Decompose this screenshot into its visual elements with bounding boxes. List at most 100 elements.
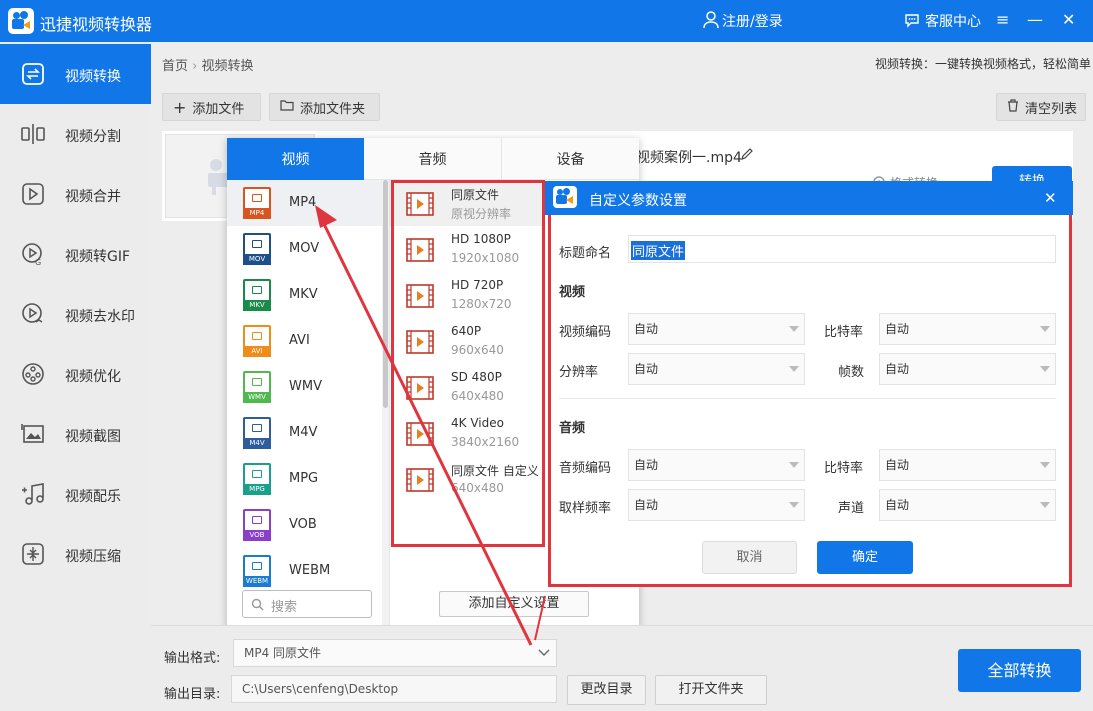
title-bar: 迅捷视频转换器 注册/登录 客服中心 ≡ — ✕ [0,0,1093,42]
list-item[interactable]: MP4 MP4 [227,180,382,226]
sidebar-item-label: 视频分割 [65,129,121,145]
sample-rate-value: 自动 [634,498,659,512]
mkv-icon: MKV [243,279,271,311]
breadcrumb-current: 视频转换 [201,59,254,74]
format-label: WMV [289,379,322,394]
bitrate-label: 比特率 [824,325,864,340]
format-label: MOV [289,241,320,256]
video-section-title: 视频 [559,285,586,300]
convert-all-button[interactable]: 全部转换 [958,649,1081,692]
add-folder-button[interactable]: 添加文件夹 [269,93,380,121]
video-codec-select[interactable]: 自动 [628,313,805,345]
list-item[interactable]: AVI AVI [227,318,382,364]
sidebar-item-label: 视频截图 [65,429,121,445]
close-button[interactable]: ✕ [1062,12,1075,28]
format-label: MPG [289,471,319,486]
search-icon [251,598,264,611]
format-label: M4V [289,425,318,440]
chevron-down-icon [789,502,799,508]
list-item[interactable]: WEBM WEBM [227,548,382,594]
divider [559,398,1056,399]
sidebar-item-label: 视频合并 [65,189,121,205]
minimize-button[interactable]: — [1027,12,1043,28]
ok-button[interactable]: 确定 [817,541,913,574]
login-link[interactable]: 注册/登录 [722,11,783,31]
title-value: 同原文件 [631,241,686,260]
resolution-select[interactable]: 自动 [628,353,805,385]
audio-codec-select[interactable]: 自动 [628,449,805,481]
service-icon[interactable] [904,12,920,28]
change-dir-button[interactable]: 更改目录 [567,675,646,705]
sidebar-item-video-compress[interactable]: 视频压缩 [0,524,151,584]
search-input[interactable]: 搜索 [242,590,372,618]
sidebar-item-video-gif[interactable]: G 视频转GIF [0,224,151,284]
list-item[interactable]: WMV WMV [227,364,382,410]
sample-rate-select[interactable]: 自动 [628,489,805,521]
title-input[interactable]: 同原文件 [628,235,1056,263]
audio-bitrate-select[interactable]: 自动 [879,449,1056,481]
clear-list-button[interactable]: 清空列表 [996,93,1086,121]
screenshot-icon [20,422,46,446]
list-item[interactable]: VOB VOB [227,502,382,548]
svg-text:G: G [35,258,41,266]
format-label: MP4 [289,195,317,210]
sidebar-item-video-optimize[interactable]: 视频优化 [0,344,151,404]
sidebar-item-video-split[interactable]: 视频分割 [0,104,151,164]
audio-codec-label: 音频编码 [559,461,612,476]
sidebar-item-video-merge[interactable]: 视频合并 [0,164,151,224]
service-link[interactable]: 客服中心 [925,11,981,31]
channel-label: 声道 [838,501,865,516]
audio-section-title: 音频 [559,421,586,436]
list-item[interactable]: M4V M4V [227,410,382,456]
chevron-down-icon [1040,326,1050,332]
tab-device[interactable]: 设备 [501,138,639,180]
merge-icon [20,182,46,206]
bitrate-select[interactable]: 自动 [879,313,1056,345]
sidebar-item-label: 视频转GIF [65,249,131,265]
add-folder-label: 添加文件夹 [300,101,366,117]
edit-icon[interactable] [740,147,754,161]
sidebar-item-video-screenshot[interactable]: 视频截图 [0,404,151,464]
video-codec-value: 自动 [634,322,659,336]
fps-select[interactable]: 自动 [879,353,1056,385]
sidebar-item-label: 视频转换 [65,69,121,85]
output-format-select[interactable]: MP4 同原文件 [233,639,557,667]
tab-audio[interactable]: 音频 [364,138,501,180]
sidebar-item-remove-watermark[interactable]: 视频去水印 [0,284,151,344]
chevron-down-icon [1040,502,1050,508]
tab-video[interactable]: 视频 [227,138,364,180]
app-logo-icon [8,8,34,34]
user-icon[interactable] [703,11,719,29]
app-title: 迅捷视频转换器 [40,15,153,34]
add-file-button[interactable]: + 添加文件 [162,93,261,121]
mov-icon: MOV [243,233,271,265]
page-description: 视频转换：一键转换视频格式，轻松简单 [875,57,1092,71]
open-folder-button[interactable]: 打开文件夹 [655,675,767,705]
sidebar-item-label: 视频优化 [65,369,121,385]
gif-icon: G [20,242,46,267]
add-custom-button[interactable]: 添加自定义设置 [439,591,589,617]
breadcrumb-home[interactable]: 首页 [162,59,188,74]
highlight-box [391,180,545,547]
resolution-value: 自动 [634,362,659,376]
format-label: VOB [289,517,317,532]
webm-icon: WEBM [243,555,271,587]
bitrate-value: 自动 [885,322,910,336]
sample-rate-label: 取样频率 [559,501,612,516]
menu-icon[interactable]: ≡ [996,12,1009,28]
format-scrollbar[interactable] [382,180,389,628]
chevron-down-icon [1040,366,1050,372]
compress-icon [20,542,46,566]
chevron-down-icon [789,366,799,372]
channel-select[interactable]: 自动 [879,489,1056,521]
dialog-close-button[interactable]: ✕ [1044,189,1057,207]
list-item[interactable]: MOV MOV [227,226,382,272]
sidebar-item-video-convert[interactable]: 视频转换 [0,44,151,104]
fps-label: 帧数 [838,365,865,380]
cancel-button[interactable]: 取消 [702,541,797,574]
output-dir-input[interactable]: C:\Users\cenfeng\Desktop [231,675,557,703]
list-item[interactable]: MPG MPG [227,456,382,502]
sidebar-item-video-music[interactable]: 视频配乐 [0,464,151,524]
output-dir-label: 输出目录: [164,687,221,702]
list-item[interactable]: MKV MKV [227,272,382,318]
